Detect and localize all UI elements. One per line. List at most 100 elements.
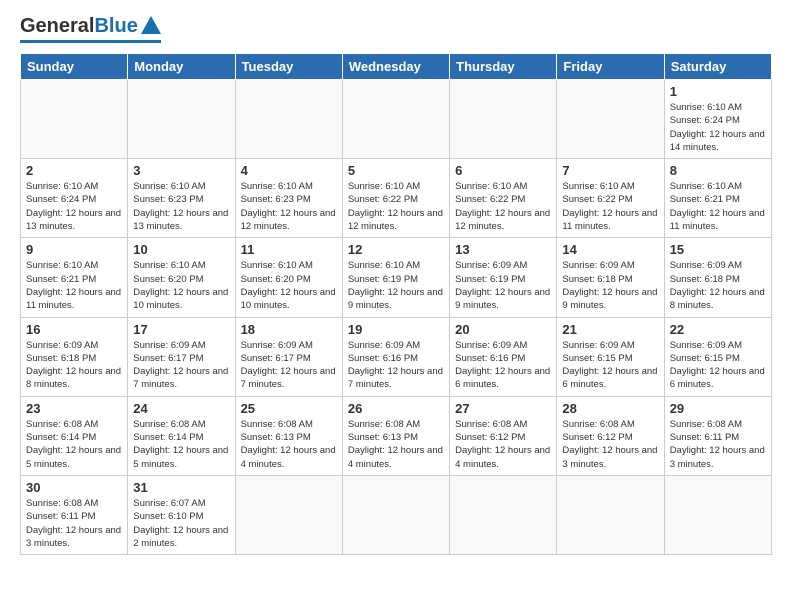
calendar-cell <box>342 80 449 159</box>
calendar-page: General Blue SundayMondayTuesdayWednesda… <box>0 0 792 612</box>
day-info: Sunrise: 6:09 AM Sunset: 6:15 PM Dayligh… <box>670 339 766 392</box>
day-info: Sunrise: 6:09 AM Sunset: 6:18 PM Dayligh… <box>562 259 658 312</box>
day-number: 22 <box>670 322 766 337</box>
calendar-cell: 15Sunrise: 6:09 AM Sunset: 6:18 PM Dayli… <box>664 238 771 317</box>
day-info: Sunrise: 6:10 AM Sunset: 6:19 PM Dayligh… <box>348 259 444 312</box>
calendar-cell <box>342 475 449 554</box>
weekday-header-monday: Monday <box>128 54 235 80</box>
day-number: 25 <box>241 401 337 416</box>
calendar-cell <box>128 80 235 159</box>
calendar-cell: 9 Sunrise: 6:10 AM Sunset: 6:21 PM Daylig… <box>21 238 128 317</box>
day-number: 5 <box>348 163 444 178</box>
calendar-cell: 10 Sunrise: 6:10 AM Sunset: 6:20 PM Dayli… <box>128 238 235 317</box>
calendar-cell: 23 Sunrise: 6:08 AM Sunset: 6:14 PM Dayli… <box>21 396 128 475</box>
logo-general-text: General <box>20 15 94 38</box>
day-number: 10 <box>133 242 229 257</box>
calendar-cell: 16 Sunrise: 6:09 AM Sunset: 6:18 PM Dayli… <box>21 317 128 396</box>
calendar-cell: 6 Sunrise: 6:10 AM Sunset: 6:22 PM Daylig… <box>450 159 557 238</box>
day-number: 18 <box>241 322 337 337</box>
calendar-cell: 5Sunrise: 6:10 AM Sunset: 6:22 PM Daylig… <box>342 159 449 238</box>
day-info: Sunrise: 6:10 AM Sunset: 6:21 PM Dayligh… <box>26 259 122 312</box>
day-info: Sunrise: 6:10 AM Sunset: 6:20 PM Dayligh… <box>133 259 229 312</box>
day-number: 13 <box>455 242 551 257</box>
day-info: Sunrise: 6:10 AM Sunset: 6:23 PM Dayligh… <box>133 180 229 233</box>
calendar-cell: 17Sunrise: 6:09 AM Sunset: 6:17 PM Dayli… <box>128 317 235 396</box>
day-number: 19 <box>348 322 444 337</box>
day-number: 14 <box>562 242 658 257</box>
day-info: Sunrise: 6:10 AM Sunset: 6:20 PM Dayligh… <box>241 259 337 312</box>
day-number: 31 <box>133 480 229 495</box>
day-number: 21 <box>562 322 658 337</box>
day-info: Sunrise: 6:07 AM Sunset: 6:10 PM Dayligh… <box>133 497 229 550</box>
day-info: Sunrise: 6:08 AM Sunset: 6:13 PM Dayligh… <box>241 418 337 471</box>
calendar-cell <box>450 475 557 554</box>
day-info: Sunrise: 6:09 AM Sunset: 6:18 PM Dayligh… <box>26 339 122 392</box>
day-number: 6 <box>455 163 551 178</box>
weekday-header-tuesday: Tuesday <box>235 54 342 80</box>
calendar-cell <box>235 80 342 159</box>
day-info: Sunrise: 6:09 AM Sunset: 6:17 PM Dayligh… <box>241 339 337 392</box>
day-info: Sunrise: 6:10 AM Sunset: 6:24 PM Dayligh… <box>26 180 122 233</box>
day-number: 1 <box>670 84 766 99</box>
day-number: 29 <box>670 401 766 416</box>
calendar-cell: 19 Sunrise: 6:09 AM Sunset: 6:16 PM Dayli… <box>342 317 449 396</box>
calendar-cell <box>557 475 664 554</box>
weekday-header-friday: Friday <box>557 54 664 80</box>
day-number: 16 <box>26 322 122 337</box>
weekday-header-saturday: Saturday <box>664 54 771 80</box>
day-number: 8 <box>670 163 766 178</box>
day-info: Sunrise: 6:09 AM Sunset: 6:15 PM Dayligh… <box>562 339 658 392</box>
calendar-cell: 12 Sunrise: 6:10 AM Sunset: 6:19 PM Dayli… <box>342 238 449 317</box>
day-info: Sunrise: 6:08 AM Sunset: 6:14 PM Dayligh… <box>133 418 229 471</box>
calendar-cell: 1Sunrise: 6:10 AM Sunset: 6:24 PM Daylig… <box>664 80 771 159</box>
day-info: Sunrise: 6:10 AM Sunset: 6:22 PM Dayligh… <box>455 180 551 233</box>
calendar-cell: 20Sunrise: 6:09 AM Sunset: 6:16 PM Dayli… <box>450 317 557 396</box>
day-info: Sunrise: 6:09 AM Sunset: 6:17 PM Dayligh… <box>133 339 229 392</box>
header: General Blue <box>20 15 772 43</box>
day-info: Sunrise: 6:08 AM Sunset: 6:11 PM Dayligh… <box>670 418 766 471</box>
day-number: 11 <box>241 242 337 257</box>
day-info: Sunrise: 6:10 AM Sunset: 6:21 PM Dayligh… <box>670 180 766 233</box>
calendar-cell: 22 Sunrise: 6:09 AM Sunset: 6:15 PM Dayli… <box>664 317 771 396</box>
calendar-table: SundayMondayTuesdayWednesdayThursdayFrid… <box>20 53 772 555</box>
calendar-cell: 21 Sunrise: 6:09 AM Sunset: 6:15 PM Dayli… <box>557 317 664 396</box>
calendar-cell: 13Sunrise: 6:09 AM Sunset: 6:19 PM Dayli… <box>450 238 557 317</box>
weekday-header-row: SundayMondayTuesdayWednesdayThursdayFrid… <box>21 54 772 80</box>
day-info: Sunrise: 6:08 AM Sunset: 6:14 PM Dayligh… <box>26 418 122 471</box>
day-number: 26 <box>348 401 444 416</box>
calendar-cell: 28Sunrise: 6:08 AM Sunset: 6:12 PM Dayli… <box>557 396 664 475</box>
day-number: 23 <box>26 401 122 416</box>
calendar-cell: 26 Sunrise: 6:08 AM Sunset: 6:13 PM Dayli… <box>342 396 449 475</box>
calendar-cell <box>664 475 771 554</box>
day-info: Sunrise: 6:09 AM Sunset: 6:16 PM Dayligh… <box>348 339 444 392</box>
day-info: Sunrise: 6:08 AM Sunset: 6:12 PM Dayligh… <box>562 418 658 471</box>
day-info: Sunrise: 6:09 AM Sunset: 6:18 PM Dayligh… <box>670 259 766 312</box>
calendar-cell: 8 Sunrise: 6:10 AM Sunset: 6:21 PM Daylig… <box>664 159 771 238</box>
week-row-5: 30 Sunrise: 6:08 AM Sunset: 6:11 PM Dayli… <box>21 475 772 554</box>
day-number: 30 <box>26 480 122 495</box>
calendar-cell: 25 Sunrise: 6:08 AM Sunset: 6:13 PM Dayli… <box>235 396 342 475</box>
weekday-header-thursday: Thursday <box>450 54 557 80</box>
day-info: Sunrise: 6:08 AM Sunset: 6:12 PM Dayligh… <box>455 418 551 471</box>
week-row-2: 9 Sunrise: 6:10 AM Sunset: 6:21 PM Daylig… <box>21 238 772 317</box>
day-info: Sunrise: 6:09 AM Sunset: 6:16 PM Dayligh… <box>455 339 551 392</box>
calendar-cell <box>557 80 664 159</box>
weekday-header-wednesday: Wednesday <box>342 54 449 80</box>
day-number: 24 <box>133 401 229 416</box>
day-info: Sunrise: 6:08 AM Sunset: 6:11 PM Dayligh… <box>26 497 122 550</box>
day-number: 9 <box>26 242 122 257</box>
calendar-cell: 30 Sunrise: 6:08 AM Sunset: 6:11 PM Dayli… <box>21 475 128 554</box>
day-info: Sunrise: 6:08 AM Sunset: 6:13 PM Dayligh… <box>348 418 444 471</box>
calendar-cell: 31 Sunrise: 6:07 AM Sunset: 6:10 PM Dayli… <box>128 475 235 554</box>
week-row-1: 2Sunrise: 6:10 AM Sunset: 6:24 PM Daylig… <box>21 159 772 238</box>
calendar-cell <box>235 475 342 554</box>
logo-triangle-icon <box>141 16 161 34</box>
day-number: 27 <box>455 401 551 416</box>
day-number: 7 <box>562 163 658 178</box>
calendar-cell: 18 Sunrise: 6:09 AM Sunset: 6:17 PM Dayli… <box>235 317 342 396</box>
week-row-4: 23 Sunrise: 6:08 AM Sunset: 6:14 PM Dayli… <box>21 396 772 475</box>
day-number: 12 <box>348 242 444 257</box>
day-info: Sunrise: 6:10 AM Sunset: 6:22 PM Dayligh… <box>562 180 658 233</box>
week-row-3: 16 Sunrise: 6:09 AM Sunset: 6:18 PM Dayli… <box>21 317 772 396</box>
calendar-cell: 3Sunrise: 6:10 AM Sunset: 6:23 PM Daylig… <box>128 159 235 238</box>
